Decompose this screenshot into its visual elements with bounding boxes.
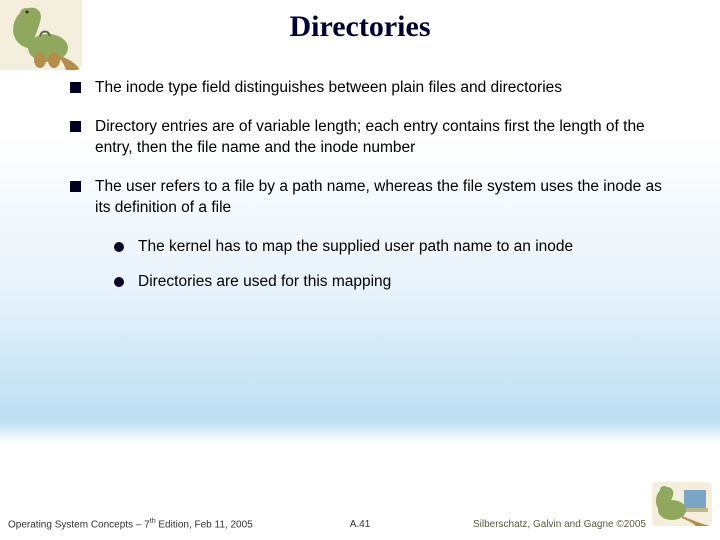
square-bullet-icon bbox=[70, 121, 81, 132]
bullet-text: The inode type field distinguishes betwe… bbox=[95, 78, 562, 99]
sub-bullet-text: The kernel has to map the supplied user … bbox=[138, 237, 573, 258]
slide-content: The inode type field distinguishes betwe… bbox=[70, 78, 680, 306]
bullet-item: Directory entries are of variable length… bbox=[70, 117, 680, 159]
square-bullet-icon bbox=[70, 82, 81, 93]
circle-bullet-icon bbox=[114, 242, 124, 252]
sub-bullet-item: The kernel has to map the supplied user … bbox=[114, 237, 680, 258]
circle-bullet-icon bbox=[114, 277, 124, 287]
sub-bullet-text: Directories are used for this mapping bbox=[138, 272, 391, 293]
bullet-item: The user refers to a file by a path name… bbox=[70, 177, 680, 219]
square-bullet-icon bbox=[70, 181, 81, 192]
bullet-item: The inode type field distinguishes betwe… bbox=[70, 78, 680, 99]
footer-copyright: Silberschatz, Galvin and Gagne ©2005 bbox=[473, 519, 646, 530]
slide-title: Directories bbox=[0, 10, 720, 44]
sub-bullet-item: Directories are used for this mapping bbox=[114, 272, 680, 293]
bullet-text: The user refers to a file by a path name… bbox=[95, 177, 680, 219]
bullet-text: Directory entries are of variable length… bbox=[95, 117, 680, 159]
